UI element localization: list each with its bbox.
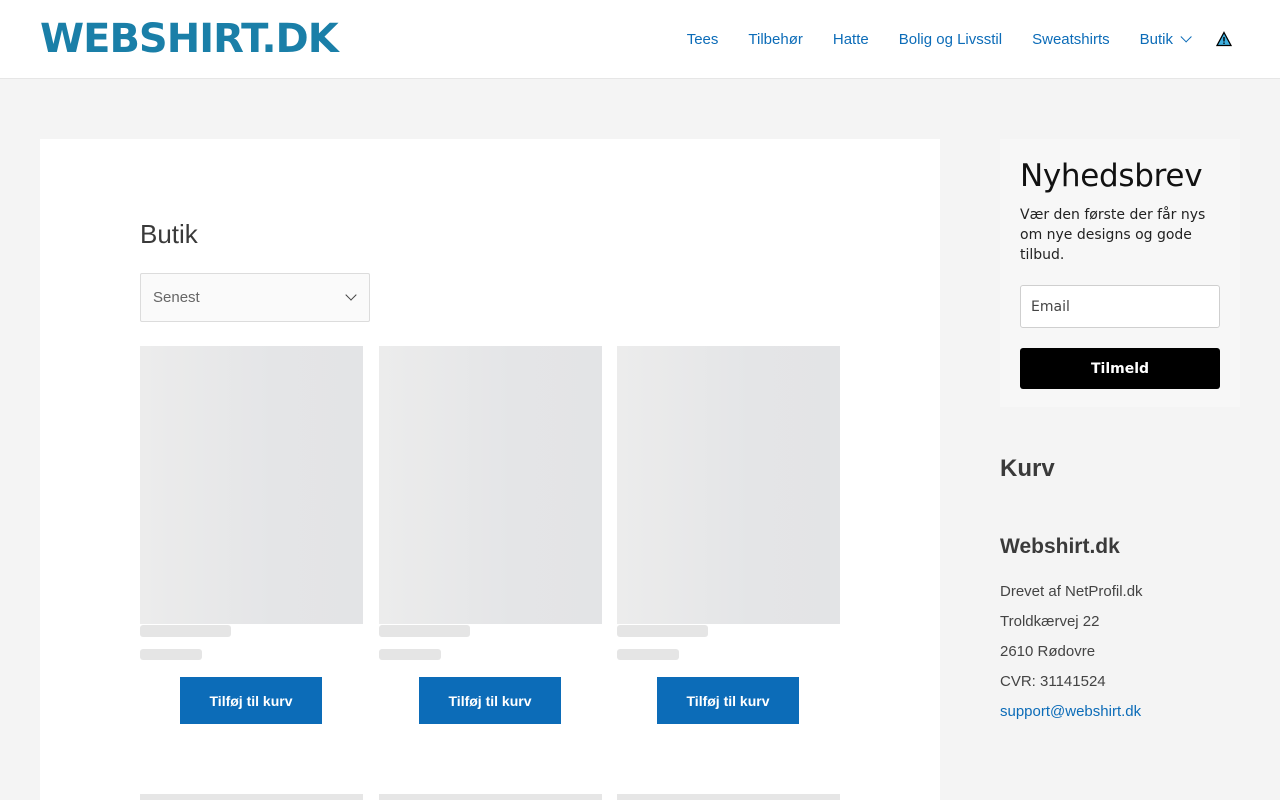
nav-item-tilbehor[interactable]: Tilbehør <box>748 31 802 48</box>
chevron-down-icon <box>345 289 357 301</box>
product-image-placeholder[interactable] <box>617 346 840 624</box>
nav-item-sweatshirts[interactable]: Sweatshirts <box>1032 31 1110 48</box>
add-to-cart-button[interactable]: Tilføj til kurv <box>657 677 799 724</box>
product-title-placeholder <box>379 625 470 637</box>
subscribe-button[interactable]: Tilmeld <box>1020 348 1220 389</box>
newsletter-widget: Nyhedsbrev Vær den første der får nys om… <box>1000 139 1240 407</box>
site-logo[interactable]: WEBSHIRT.DK <box>40 14 339 64</box>
company-title: Webshirt.dk <box>1000 535 1120 558</box>
company-line: Troldkærvej 22 <box>1000 613 1100 630</box>
nav-item-hatte[interactable]: Hatte <box>833 31 869 48</box>
product-price-placeholder <box>379 649 441 660</box>
sort-select[interactable]: Senest <box>140 273 370 322</box>
company-line: CVR: 31141524 <box>1000 673 1106 690</box>
company-line: Drevet af NetProfil.dk <box>1000 583 1143 600</box>
add-to-cart-button[interactable]: Tilføj til kurv <box>180 677 322 724</box>
product-card: Tilføj til kurv <box>617 346 840 724</box>
nav-item-bolig[interactable]: Bolig og Livsstil <box>899 31 1002 48</box>
nav-item-tees[interactable]: Tees <box>687 31 719 48</box>
cart-widget-title: Kurv <box>1000 455 1055 482</box>
page-title: Butik <box>140 219 198 249</box>
product-card: Tilføj til kurv <box>140 346 363 724</box>
support-email-link[interactable]: support@webshirt.dk <box>1000 703 1141 720</box>
product-title-placeholder <box>140 625 231 637</box>
support-email-line: support@webshirt.dk <box>1000 703 1141 720</box>
newsletter-title: Nyhedsbrev <box>1020 158 1203 194</box>
product-image-placeholder[interactable] <box>140 794 363 800</box>
nav-item-butik-label: Butik <box>1139 30 1173 48</box>
warning-icon[interactable] <box>1216 31 1232 47</box>
product-image-placeholder[interactable] <box>140 346 363 624</box>
product-image-placeholder[interactable] <box>379 794 602 800</box>
product-image-placeholder[interactable] <box>379 346 602 624</box>
product-image-placeholder[interactable] <box>617 794 840 800</box>
newsletter-description: Vær den første der får nys om nye design… <box>1020 207 1206 263</box>
product-card: Tilføj til kurv <box>379 346 602 724</box>
email-field[interactable] <box>1020 285 1220 328</box>
company-line: 2610 Rødovre <box>1000 643 1096 660</box>
chevron-down-icon <box>1180 31 1192 43</box>
site-header: WEBSHIRT.DK Tees Tilbehør Hatte Bolig og… <box>0 0 1280 79</box>
sort-selected-value: Senest <box>153 289 200 306</box>
product-price-placeholder <box>140 649 202 660</box>
add-to-cart-button[interactable]: Tilføj til kurv <box>419 677 561 724</box>
main-nav: Tees Tilbehør Hatte Bolig og Livsstil Sw… <box>687 0 1232 78</box>
logo-text: WEBSHIRT.DK <box>40 16 339 62</box>
shop-content: Butik Senest Tilføj til kurv Tilføj til … <box>40 139 940 800</box>
product-title-placeholder <box>617 625 708 637</box>
nav-item-butik[interactable]: Butik <box>1139 30 1192 48</box>
product-price-placeholder <box>617 649 679 660</box>
